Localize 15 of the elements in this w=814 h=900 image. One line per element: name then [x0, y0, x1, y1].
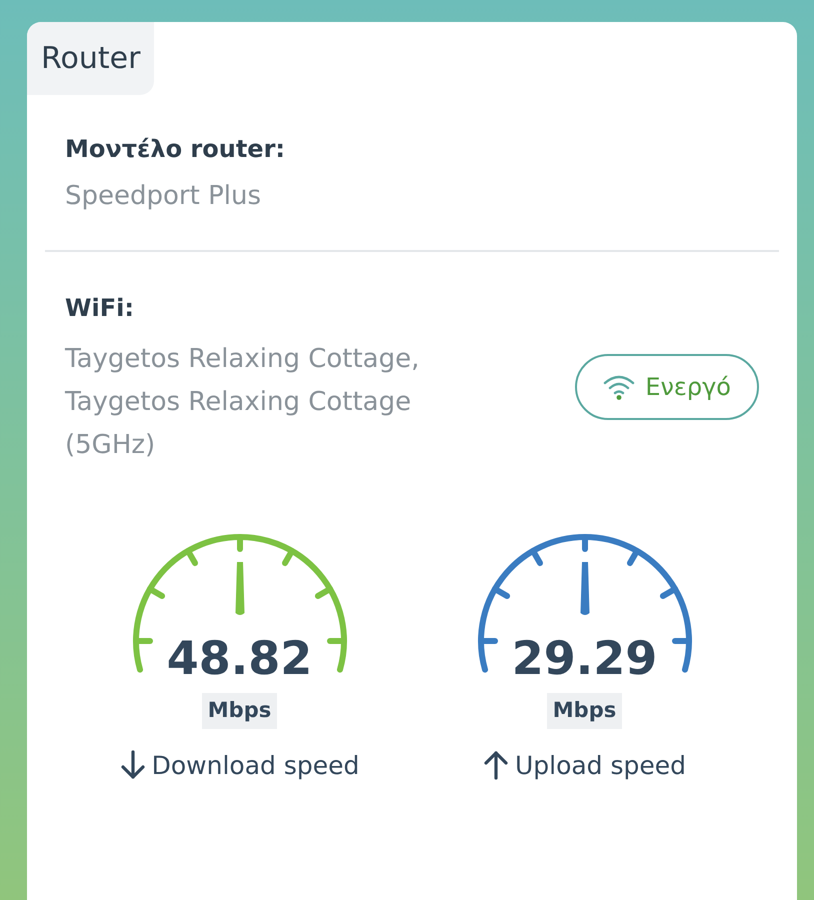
- status-badge: Ενεργό: [575, 354, 759, 420]
- speed-label: Download speed: [152, 750, 360, 782]
- wifi-icon: [603, 374, 636, 400]
- speed-value: 48.82: [166, 635, 314, 681]
- unit-label: Mbps: [546, 693, 622, 728]
- tab[interactable]: Router: [27, 22, 154, 95]
- field-label: WiFi:: [65, 293, 135, 324]
- arrow-down-icon: [120, 750, 146, 780]
- speed-value: 29.29: [510, 635, 658, 681]
- field-label: Μοντέλο router:: [65, 134, 286, 165]
- arrow-up-icon: [482, 750, 509, 780]
- field-value: Speedport Plus: [65, 180, 262, 213]
- unit-label: Mbps: [202, 693, 278, 728]
- field-value: Taygetos Relaxing Cottage, Taygetos Relaxing Cottage (5GHz): [65, 343, 420, 462]
- speed-label: Upload speed: [514, 750, 686, 782]
